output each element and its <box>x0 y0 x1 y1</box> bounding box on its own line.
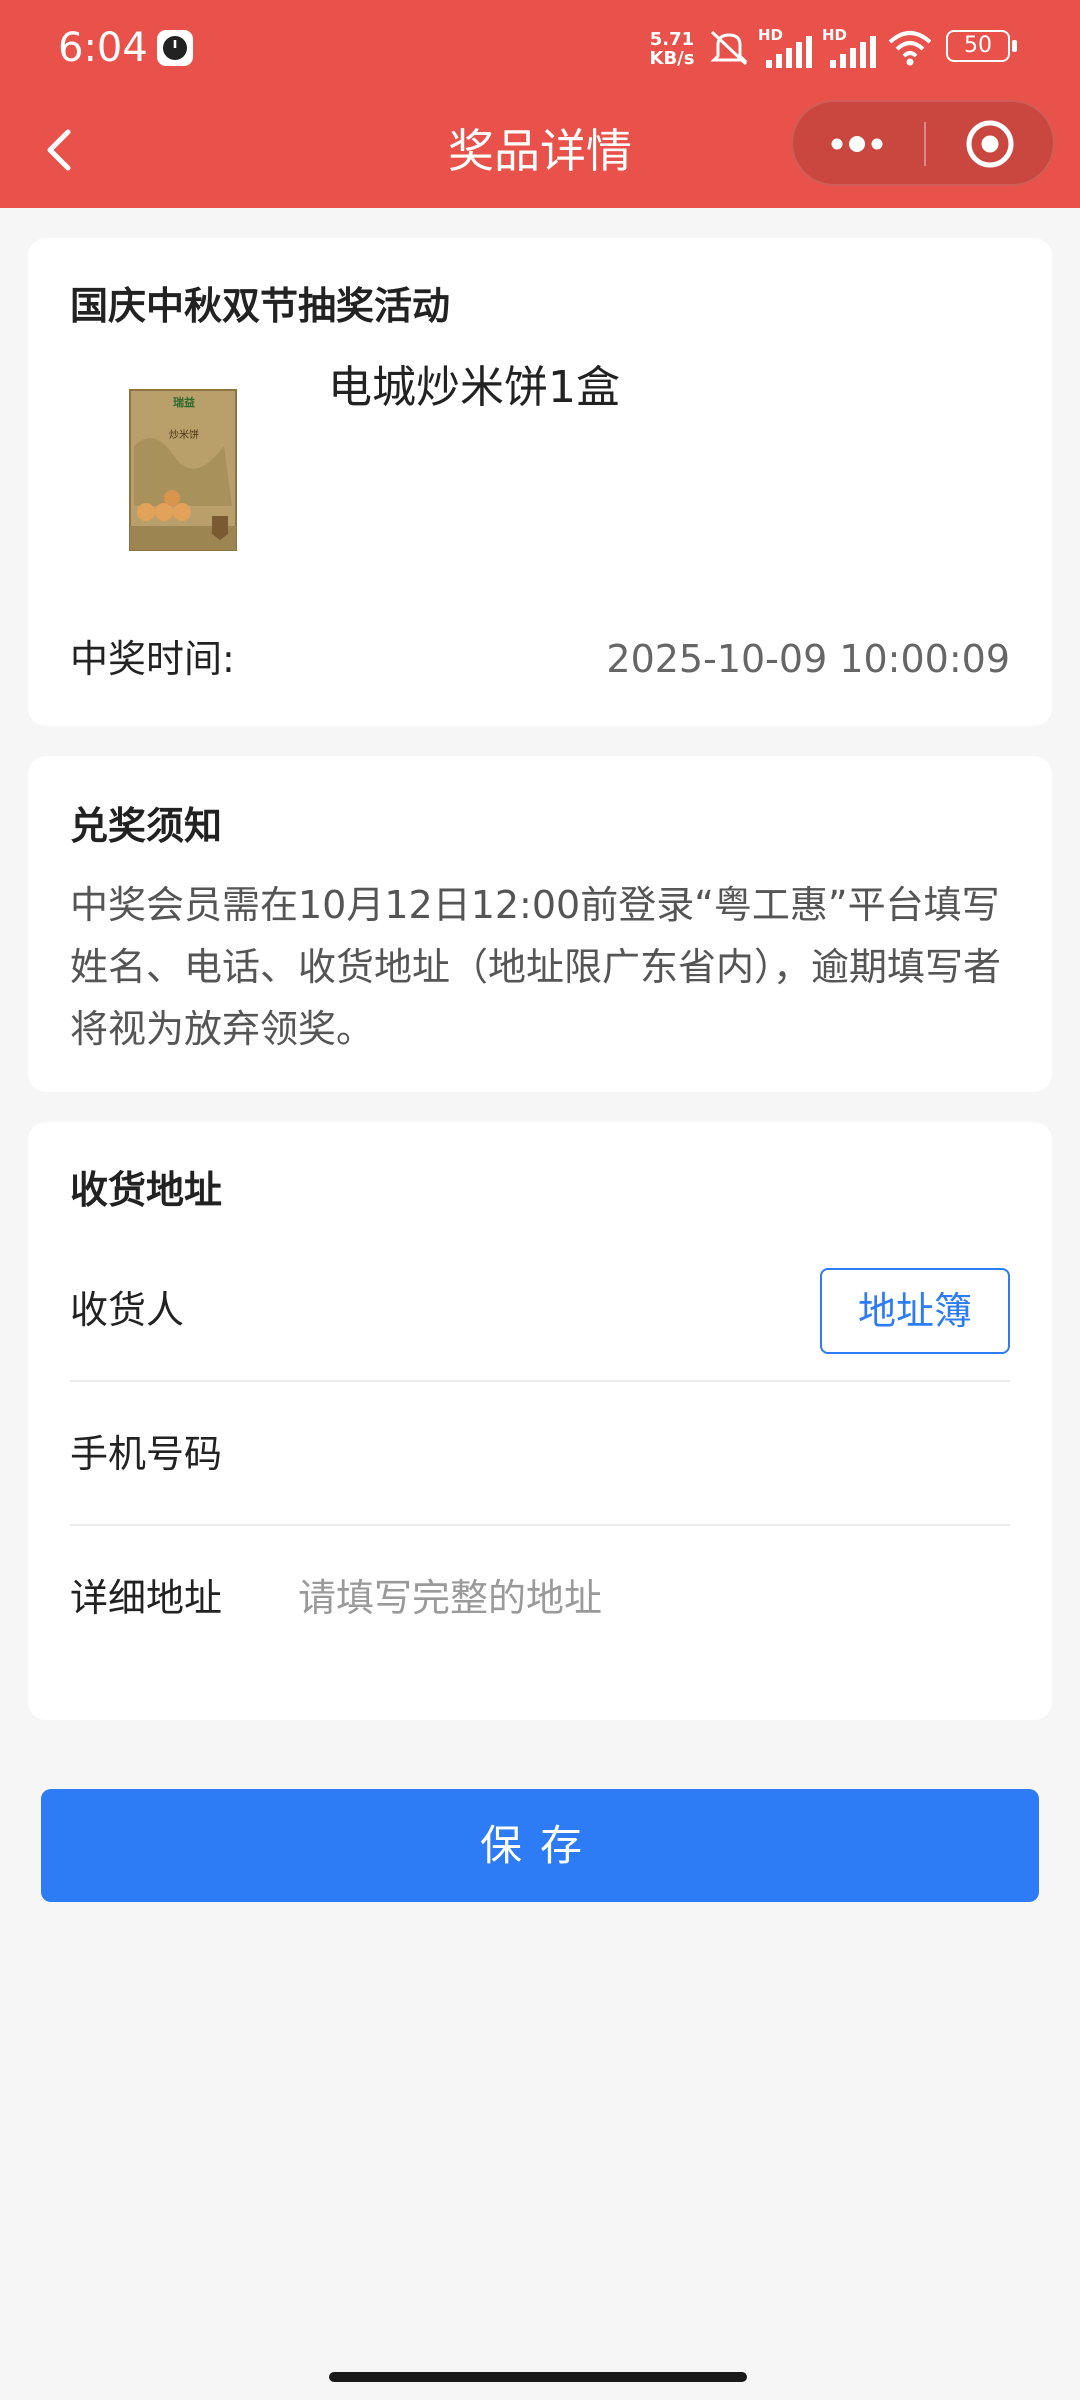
prize-image: 瑞益 炒米饼 <box>129 389 237 551</box>
prize-name: 电城炒米饼1盒 <box>328 362 620 413</box>
signal-sim1-icon: HD <box>758 26 816 70</box>
prize-image-product: 炒米饼 <box>169 428 199 441</box>
status-time: 6:04 <box>58 25 148 71</box>
more-dots-icon <box>831 136 883 152</box>
phone-label: 手机号码 <box>70 1432 223 1476</box>
battery-level: 50 <box>964 33 992 58</box>
receiver-label: 收货人 <box>70 1288 185 1332</box>
miniprogram-capsule <box>791 100 1055 186</box>
prize-image-brand: 瑞益 <box>173 395 195 409</box>
activity-title: 国庆中秋双节抽奖活动 <box>70 284 451 328</box>
shipping-address-card: 收货地址 收货人 地址簿 手机号码 详细地址 <box>28 1122 1052 1720</box>
notice-text: 中奖会员需在10月12日12:00前登录“粤工惠”平台填写姓名、电话、收货地址（… <box>70 883 1002 1051</box>
signal-sim2-icon: HD <box>822 26 880 70</box>
notice-title: 兑奖须知 <box>70 804 223 848</box>
detail-address-input[interactable] <box>298 1566 858 1630</box>
receiver-row: 收货人 地址簿 <box>70 1238 1010 1382</box>
detail-address-label: 详细地址 <box>70 1576 223 1620</box>
target-close-icon <box>966 120 1014 168</box>
detail-address-row: 详细地址 <box>70 1526 1010 1670</box>
save-button[interactable]: 保存 <box>41 1789 1039 1902</box>
page-title: 奖品详情 <box>448 124 632 178</box>
close-miniprogram-button[interactable] <box>926 102 1055 186</box>
clock-app-icon <box>157 30 193 66</box>
win-time-label: 中奖时间: <box>70 637 235 681</box>
network-speed: 5.71 KB/s <box>646 30 698 68</box>
home-indicator[interactable] <box>329 2372 747 2382</box>
signal-bars-icon <box>830 36 876 68</box>
address-title: 收货地址 <box>70 1168 223 1212</box>
mute-icon <box>710 30 748 66</box>
top-header: 6:04 5.71 KB/s HD HD 50 奖品详情 <box>0 0 1080 208</box>
back-arrow-icon[interactable] <box>30 118 90 182</box>
network-speed-value: 5.71 <box>649 29 695 50</box>
phone-input[interactable] <box>298 1422 858 1486</box>
receiver-input[interactable] <box>298 1278 768 1342</box>
battery-icon: 50 <box>946 30 1018 64</box>
redeem-notice-card: 兑奖须知 中奖会员需在10月12日12:00前登录“粤工惠”平台填写姓名、电话、… <box>28 756 1052 1092</box>
phone-row: 手机号码 <box>70 1382 1010 1526</box>
signal-bars-icon <box>766 36 812 68</box>
wifi-icon <box>888 31 932 66</box>
address-book-button[interactable]: 地址簿 <box>820 1268 1010 1354</box>
prize-card: 国庆中秋双节抽奖活动 瑞益 炒米饼 电城炒米饼1盒 中奖时间: 2025-10-… <box>28 238 1052 726</box>
status-bar: 6:04 5.71 KB/s HD HD 50 <box>0 0 1080 96</box>
nav-bar: 奖品详情 <box>0 96 1080 208</box>
more-button[interactable] <box>793 102 924 186</box>
win-time-value: 2025-10-09 10:00:09 <box>606 637 1010 681</box>
network-speed-unit: KB/s <box>649 48 695 69</box>
